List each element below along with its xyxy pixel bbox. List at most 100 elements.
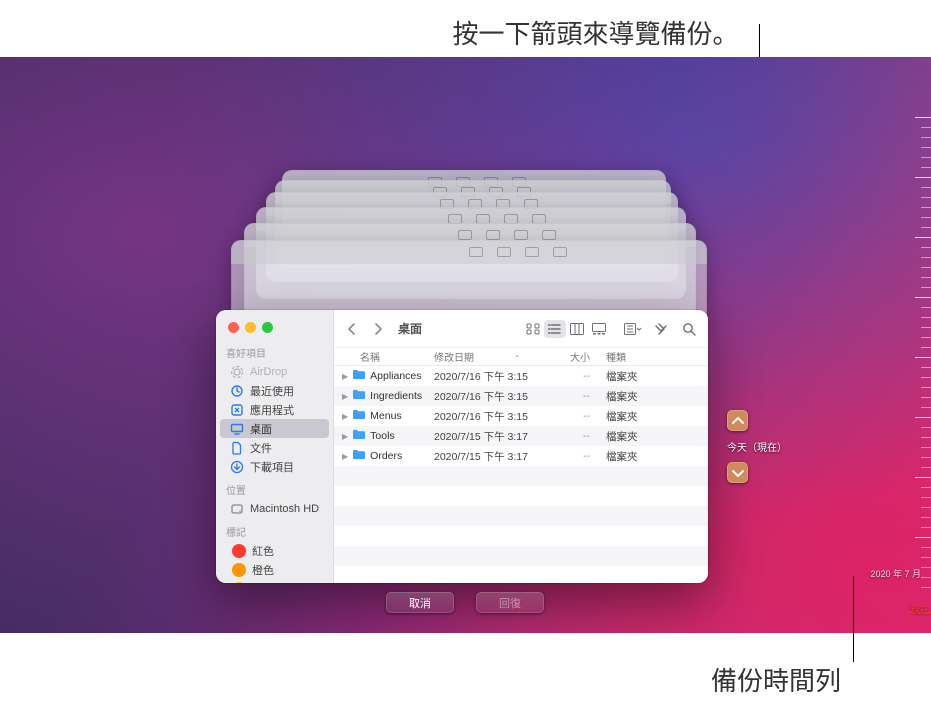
disclosure-icon[interactable]: ▶ bbox=[342, 372, 348, 381]
sidebar-item-label: 桌面 bbox=[250, 421, 272, 437]
timeline-tick bbox=[921, 277, 931, 278]
view-columns-button[interactable] bbox=[566, 320, 588, 338]
download-icon bbox=[230, 460, 244, 474]
table-row[interactable]: ▶Menus2020/7/16 下午 3:15--檔案夾 bbox=[334, 406, 708, 426]
nav-down-button[interactable] bbox=[727, 462, 748, 483]
sidebar-item-label: AirDrop bbox=[250, 366, 287, 378]
timeline-tick bbox=[921, 127, 931, 128]
time-machine-desktop: 喜好項目 AirDrop 最近使用應用程式桌面文件下載項目 位置 Macintos… bbox=[0, 57, 931, 633]
timeline-tick bbox=[921, 307, 931, 308]
timeline-now-label: 現在 bbox=[911, 603, 929, 616]
desktop-icon bbox=[230, 422, 244, 436]
timeline-tick bbox=[921, 567, 931, 568]
view-icons-button[interactable] bbox=[522, 320, 544, 338]
file-name: Appliances bbox=[370, 370, 421, 382]
cancel-button[interactable]: 取消 bbox=[386, 592, 454, 613]
back-button[interactable] bbox=[342, 318, 362, 340]
backup-timeline[interactable]: 2020 年 7 月 現在 bbox=[895, 117, 931, 633]
backup-nav: 今天（現在） bbox=[727, 410, 787, 483]
col-name[interactable]: 名稱 bbox=[334, 349, 434, 364]
timeline-tick bbox=[921, 487, 931, 488]
file-size: -- bbox=[554, 410, 600, 422]
timeline-tick bbox=[921, 317, 931, 318]
table-row[interactable]: ▶Appliances2020/7/16 下午 3:15--檔案夾 bbox=[334, 366, 708, 386]
empty-row bbox=[334, 486, 708, 506]
sidebar-tag-item[interactable]: 黃色 bbox=[220, 579, 329, 583]
timeline-tick bbox=[921, 347, 931, 348]
finder-window: 喜好項目 AirDrop 最近使用應用程式桌面文件下載項目 位置 Macintos… bbox=[216, 310, 708, 583]
view-gallery-button[interactable] bbox=[588, 320, 610, 338]
sidebar-item-doc[interactable]: 文件 bbox=[220, 438, 329, 457]
file-size: -- bbox=[554, 450, 600, 462]
file-list[interactable]: ▶Appliances2020/7/16 下午 3:15--檔案夾▶Ingred… bbox=[334, 366, 708, 583]
sidebar-tag-item[interactable]: 橙色 bbox=[220, 560, 329, 579]
column-headers[interactable]: 名稱 修改日期⌃ 大小 種類 bbox=[334, 348, 708, 366]
table-row[interactable]: ▶Orders2020/7/15 下午 3:17--檔案夾 bbox=[334, 446, 708, 466]
forward-button[interactable] bbox=[368, 318, 388, 340]
finder-main: 桌面 名稱 修改日期⌃ 大小 種類 bbox=[334, 310, 708, 583]
table-row[interactable]: ▶Ingredients2020/7/16 下午 3:15--檔案夾 bbox=[334, 386, 708, 406]
empty-row bbox=[334, 546, 708, 566]
more-button[interactable] bbox=[650, 320, 672, 338]
action-bar: 取消 回復 bbox=[386, 592, 544, 613]
file-name: Tools bbox=[370, 430, 395, 442]
col-size[interactable]: 大小 bbox=[554, 349, 600, 364]
sidebar-tags-header: 標記 bbox=[216, 518, 333, 541]
window-controls bbox=[216, 310, 333, 339]
file-name: Orders bbox=[370, 450, 402, 462]
minimize-button[interactable] bbox=[245, 322, 256, 333]
disclosure-icon[interactable]: ▶ bbox=[342, 432, 348, 441]
timeline-tick bbox=[921, 267, 931, 268]
sidebar-item-clock[interactable]: 最近使用 bbox=[220, 381, 329, 400]
timeline-tick bbox=[921, 437, 931, 438]
group-by-button[interactable] bbox=[622, 320, 644, 338]
timeline-month-label: 2020 年 7 月 bbox=[870, 567, 921, 580]
sidebar-location-item[interactable]: Macintosh HD bbox=[220, 499, 329, 518]
file-size: -- bbox=[554, 370, 600, 382]
sidebar-item-airdrop[interactable]: AirDrop bbox=[220, 362, 329, 381]
timeline-tick bbox=[921, 547, 931, 548]
timeline-tick bbox=[921, 137, 931, 138]
annotation-bottom-leader bbox=[853, 576, 854, 662]
tag-dot-icon bbox=[232, 582, 246, 584]
close-button[interactable] bbox=[228, 322, 239, 333]
col-kind[interactable]: 種類 bbox=[600, 349, 708, 364]
timeline-tick bbox=[921, 157, 931, 158]
sidebar-tag-item[interactable]: 紅色 bbox=[220, 541, 329, 560]
timeline-tick bbox=[915, 117, 931, 118]
col-date[interactable]: 修改日期⌃ bbox=[434, 349, 554, 364]
tag-dot-icon bbox=[232, 563, 246, 577]
nav-up-button[interactable] bbox=[727, 410, 748, 431]
sidebar-item-label: 最近使用 bbox=[250, 383, 294, 399]
sidebar-item-download[interactable]: 下載項目 bbox=[220, 457, 329, 476]
zoom-button[interactable] bbox=[262, 322, 273, 333]
file-date: 2020/7/16 下午 3:15 bbox=[434, 409, 554, 424]
file-kind: 檔案夾 bbox=[600, 409, 708, 424]
timeline-tick bbox=[921, 247, 931, 248]
sidebar-item-label: 紅色 bbox=[252, 543, 274, 559]
timeline-tick bbox=[921, 467, 931, 468]
timeline-tick bbox=[915, 297, 931, 298]
table-row[interactable]: ▶Tools2020/7/15 下午 3:17--檔案夾 bbox=[334, 426, 708, 446]
timeline-tick bbox=[915, 237, 931, 238]
timeline-tick bbox=[921, 367, 931, 368]
sidebar-item-app[interactable]: 應用程式 bbox=[220, 400, 329, 419]
file-kind: 檔案夾 bbox=[600, 389, 708, 404]
restore-button[interactable]: 回復 bbox=[476, 592, 544, 613]
sidebar-item-desktop[interactable]: 桌面 bbox=[220, 419, 329, 438]
disclosure-icon[interactable]: ▶ bbox=[342, 392, 348, 401]
search-button[interactable] bbox=[678, 320, 700, 338]
timeline-tick bbox=[921, 397, 931, 398]
timeline-tick bbox=[921, 287, 931, 288]
timeline-tick bbox=[915, 357, 931, 358]
view-list-button[interactable] bbox=[544, 320, 566, 338]
disclosure-icon[interactable]: ▶ bbox=[342, 412, 348, 421]
folder-icon bbox=[352, 369, 366, 383]
timeline-tick bbox=[921, 337, 931, 338]
timeline-tick bbox=[921, 197, 931, 198]
sidebar-locations-header: 位置 bbox=[216, 476, 333, 499]
timeline-tick bbox=[921, 527, 931, 528]
empty-row bbox=[334, 466, 708, 486]
disclosure-icon[interactable]: ▶ bbox=[342, 452, 348, 461]
sidebar-favorites-header: 喜好項目 bbox=[216, 339, 333, 362]
